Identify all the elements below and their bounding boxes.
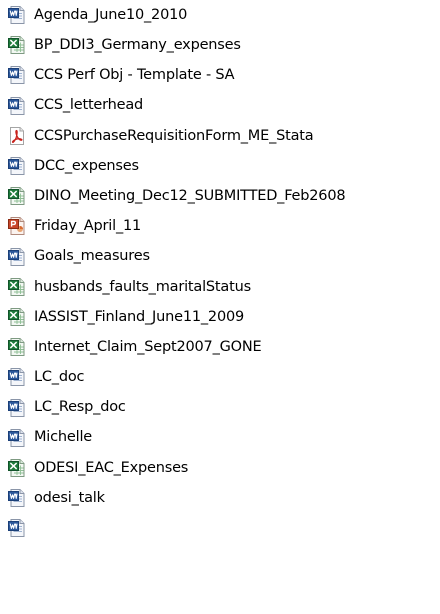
word-doc-icon: [8, 6, 25, 25]
file-list-item[interactable]: CCS Perf Obj - Template - SA: [0, 60, 440, 90]
word-doc-icon: [8, 96, 25, 115]
word-doc-icon: [8, 368, 25, 387]
file-list-item[interactable]: Internet_Claim_Sept2007_GONE: [0, 332, 440, 362]
file-list-item[interactable]: Goals_measures: [0, 242, 440, 272]
excel-sheet-icon: [8, 36, 25, 55]
file-name-label: LC_Resp_doc: [34, 399, 126, 416]
file-name-label: IASSIST_Finland_June11_2009: [34, 308, 245, 325]
file-name-label: LC_doc: [34, 369, 85, 386]
file-list-item[interactable]: Friday_April_11: [0, 211, 440, 241]
file-name-label: Agenda_June10_2010: [34, 6, 188, 23]
file-name-label: CCS_letterhead: [34, 97, 144, 114]
excel-sheet-icon: [8, 187, 25, 206]
file-name-label: Goals_measures: [34, 248, 150, 265]
word-doc-icon: [8, 519, 25, 538]
file-name-label: CCS Perf Obj - Template - SA: [34, 67, 235, 84]
file-list-item[interactable]: CCS_letterhead: [0, 91, 440, 121]
file-name-label: odesi_talk: [34, 489, 105, 506]
file-name-label: DINO_Meeting_Dec12_SUBMITTED_Feb2608: [34, 187, 346, 204]
file-list-item[interactable]: ODESI_EAC_Expenses: [0, 453, 440, 483]
file-list-item[interactable]: BP_DDI3_Germany_expenses: [0, 30, 440, 60]
word-doc-icon: [8, 66, 25, 85]
excel-sheet-icon: [8, 458, 25, 477]
file-list-item[interactable]: LC_doc: [0, 362, 440, 392]
file-list-item[interactable]: IASSIST_Finland_June11_2009: [0, 302, 440, 332]
excel-sheet-icon: [8, 338, 25, 357]
excel-sheet-icon: [8, 307, 25, 326]
word-doc-icon: [8, 428, 25, 447]
file-name-label: ODESI_EAC_Expenses: [34, 459, 189, 476]
file-list-item[interactable]: Michelle: [0, 423, 440, 453]
file-name-label: BP_DDI3_Germany_expenses: [34, 37, 241, 54]
file-list-item[interactable]: DINO_Meeting_Dec12_SUBMITTED_Feb2608: [0, 181, 440, 211]
file-list-item[interactable]: Agenda_June10_2010: [0, 0, 440, 30]
file-name-label: husbands_faults_maritalStatus: [34, 278, 251, 295]
file-name-label: Michelle: [34, 429, 93, 446]
file-name-label: CCSPurchaseRequisitionForm_ME_Stata: [34, 127, 314, 144]
file-list-item[interactable]: LC_Resp_doc: [0, 392, 440, 422]
word-doc-icon: [8, 398, 25, 417]
file-list-item[interactable]: odesi_talk: [0, 483, 440, 513]
file-list-item[interactable]: husbands_faults_maritalStatus: [0, 272, 440, 302]
file-name-label: Friday_April_11: [34, 218, 142, 235]
word-doc-icon: [8, 157, 25, 176]
file-list-item[interactable]: [0, 513, 440, 543]
powerpoint-icon: [8, 217, 25, 236]
file-list: Agenda_June10_2010 BP_DDI3_Germany_expens…: [0, 0, 440, 614]
word-doc-icon: [8, 489, 25, 508]
file-name-label: Internet_Claim_Sept2007_GONE: [34, 338, 262, 355]
pdf-file-icon: [8, 126, 25, 145]
file-list-item[interactable]: CCSPurchaseRequisitionForm_ME_Stata: [0, 121, 440, 151]
word-doc-icon: [8, 247, 25, 266]
excel-sheet-icon: [8, 277, 25, 296]
file-name-label: DCC_expenses: [34, 157, 139, 174]
file-list-item[interactable]: DCC_expenses: [0, 151, 440, 181]
